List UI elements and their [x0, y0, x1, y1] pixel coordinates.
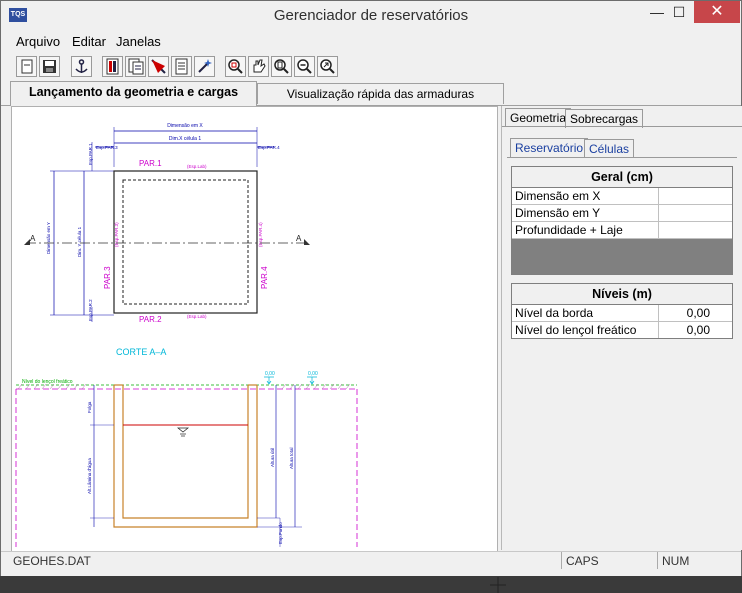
table-row[interactable]: Dimensão em Y: [512, 205, 732, 222]
page-red-icon[interactable]: [102, 56, 123, 77]
level-marker-a: 0,00: [265, 371, 275, 377]
flag-icon[interactable]: [148, 56, 169, 77]
dim-x-field[interactable]: [659, 188, 732, 204]
profundidade-field[interactable]: [659, 222, 732, 238]
nivel-lencol-field[interactable]: 0,00: [659, 322, 732, 338]
window-title: Gerenciador de reservatórios: [273, 7, 469, 24]
tab-visualizacao[interactable]: Visualização rápida das armaduras: [257, 83, 504, 104]
new-icon[interactable]: [16, 56, 37, 77]
save-icon[interactable]: [39, 56, 60, 77]
section-mark-left: A: [30, 234, 36, 243]
pan-hand-icon[interactable]: [248, 56, 269, 77]
row-label: Dimensão em Y: [512, 205, 659, 221]
toolbar: [1, 53, 741, 81]
crosshair-cursor-icon: [490, 577, 506, 593]
sparkle-icon[interactable]: [194, 56, 215, 77]
status-num: NUM: [662, 554, 690, 568]
nivel-borda-field[interactable]: 0,00: [659, 305, 732, 321]
title-bar: TQS Gerenciador de reservatórios — ☐ ✕: [1, 1, 741, 31]
drawing-svg: Dimensão em X Dim.X célula 1 Esp.PAR.3 E…: [15, 123, 358, 547]
subtab-celulas[interactable]: Células: [584, 139, 635, 158]
menu-bar: Arquivo Editar Janelas: [1, 32, 741, 52]
esp-lab-top: (Esp.Lab): [187, 164, 207, 169]
subtab-reservatorio[interactable]: Reservatório: [510, 138, 589, 157]
row-label: Nível da borda: [512, 305, 659, 321]
section-mark-right: A: [296, 234, 302, 243]
folga-label: Folga: [87, 401, 92, 413]
status-bar: GEOHES.DAT CAPS NUM: [1, 551, 741, 576]
table-row[interactable]: Profundidade + Laje: [512, 222, 732, 239]
geral-empty-area: [512, 239, 732, 274]
par4-label: PAR.4: [260, 266, 269, 289]
section-outer: [113, 385, 258, 528]
esp-par4-label: Esp.PAR.4: [258, 145, 280, 150]
alt-lamina-label: Alt.Lâmina d'água: [87, 458, 92, 494]
zoom-out-icon[interactable]: [294, 56, 315, 77]
table-row[interactable]: Dimensão em X: [512, 188, 732, 205]
maximize-button[interactable]: ☐: [665, 1, 693, 23]
menu-janelas[interactable]: Janelas: [116, 34, 161, 49]
row-label: Nível do lençol freático: [512, 322, 659, 338]
row-label: Dimensão em X: [512, 188, 659, 204]
status-file: GEOHES.DAT: [13, 554, 91, 568]
esp-fundo-label: Esp.Fundo: [278, 522, 283, 544]
row-label: Profundidade + Laje: [512, 222, 659, 238]
par1-label: PAR.1: [139, 159, 162, 168]
menu-editar[interactable]: Editar: [72, 34, 106, 49]
dim-x-label: Dimensão em X: [167, 123, 203, 129]
niveis-header: Níveis (m): [512, 284, 732, 305]
par2-label: PAR.2: [139, 315, 162, 324]
tab-lancamento[interactable]: Lançamento da geometria e cargas: [10, 81, 257, 106]
niveis-table: Níveis (m) Nível da borda 0,00 Nível do …: [511, 283, 733, 339]
page-copy-icon[interactable]: [125, 56, 146, 77]
corte-label: CORTE A–A: [116, 347, 166, 357]
esp-par1-label: Esp.PAR.1: [88, 143, 93, 165]
drawing-canvas[interactable]: Dimensão em X Dim.X célula 1 Esp.PAR.3 E…: [11, 106, 506, 593]
tank-outline: [113, 170, 258, 314]
dim-y-cell-label: Dim. Y célula 1: [77, 226, 82, 257]
main-tabs: Lançamento da geometria e cargas Visuali…: [1, 81, 741, 106]
level-marker-b: 0,00: [308, 371, 318, 377]
geral-header: Geral (cm): [512, 167, 732, 188]
dim-y-field[interactable]: [659, 205, 732, 221]
zoom-previous-icon[interactable]: [317, 56, 338, 77]
tank-inner: [122, 179, 249, 305]
properties-panel: Geometria Sobrecargas Reservatório Célul…: [501, 106, 742, 550]
menu-arquivo[interactable]: Arquivo: [16, 34, 60, 49]
anchor-icon[interactable]: [71, 56, 92, 77]
table-row[interactable]: Nível da borda 0,00: [512, 305, 732, 322]
document-icon[interactable]: [171, 56, 192, 77]
zoom-fit-icon[interactable]: [271, 56, 292, 77]
zoom-window-icon[interactable]: [225, 56, 246, 77]
altura-util-label: Altura útil: [270, 448, 275, 467]
par3-label: PAR.3: [103, 266, 112, 289]
dim-y-label: Dimensão em Y: [46, 222, 51, 254]
geral-table: Geral (cm) Dimensão em X Dimensão em Y P…: [511, 166, 733, 275]
section-inner: [122, 385, 249, 519]
dim-x-cell-label: Dim.X célula 1: [169, 136, 201, 142]
close-button[interactable]: ✕: [694, 1, 740, 23]
altura-total-label: Altura total: [289, 447, 294, 469]
main-window: TQS Gerenciador de reservatórios — ☐ ✕ A…: [0, 0, 742, 593]
tab-geometria[interactable]: Geometria: [505, 108, 572, 127]
esp-par2-label: Esp.PAR.2: [88, 299, 93, 321]
status-caps: CAPS: [566, 554, 599, 568]
esp-par3-label: Esp.PAR.3: [96, 145, 118, 150]
table-row[interactable]: Nível do lençol freático 0,00: [512, 322, 732, 338]
esp-lab-bottom: (Esp.Lab): [187, 314, 207, 319]
